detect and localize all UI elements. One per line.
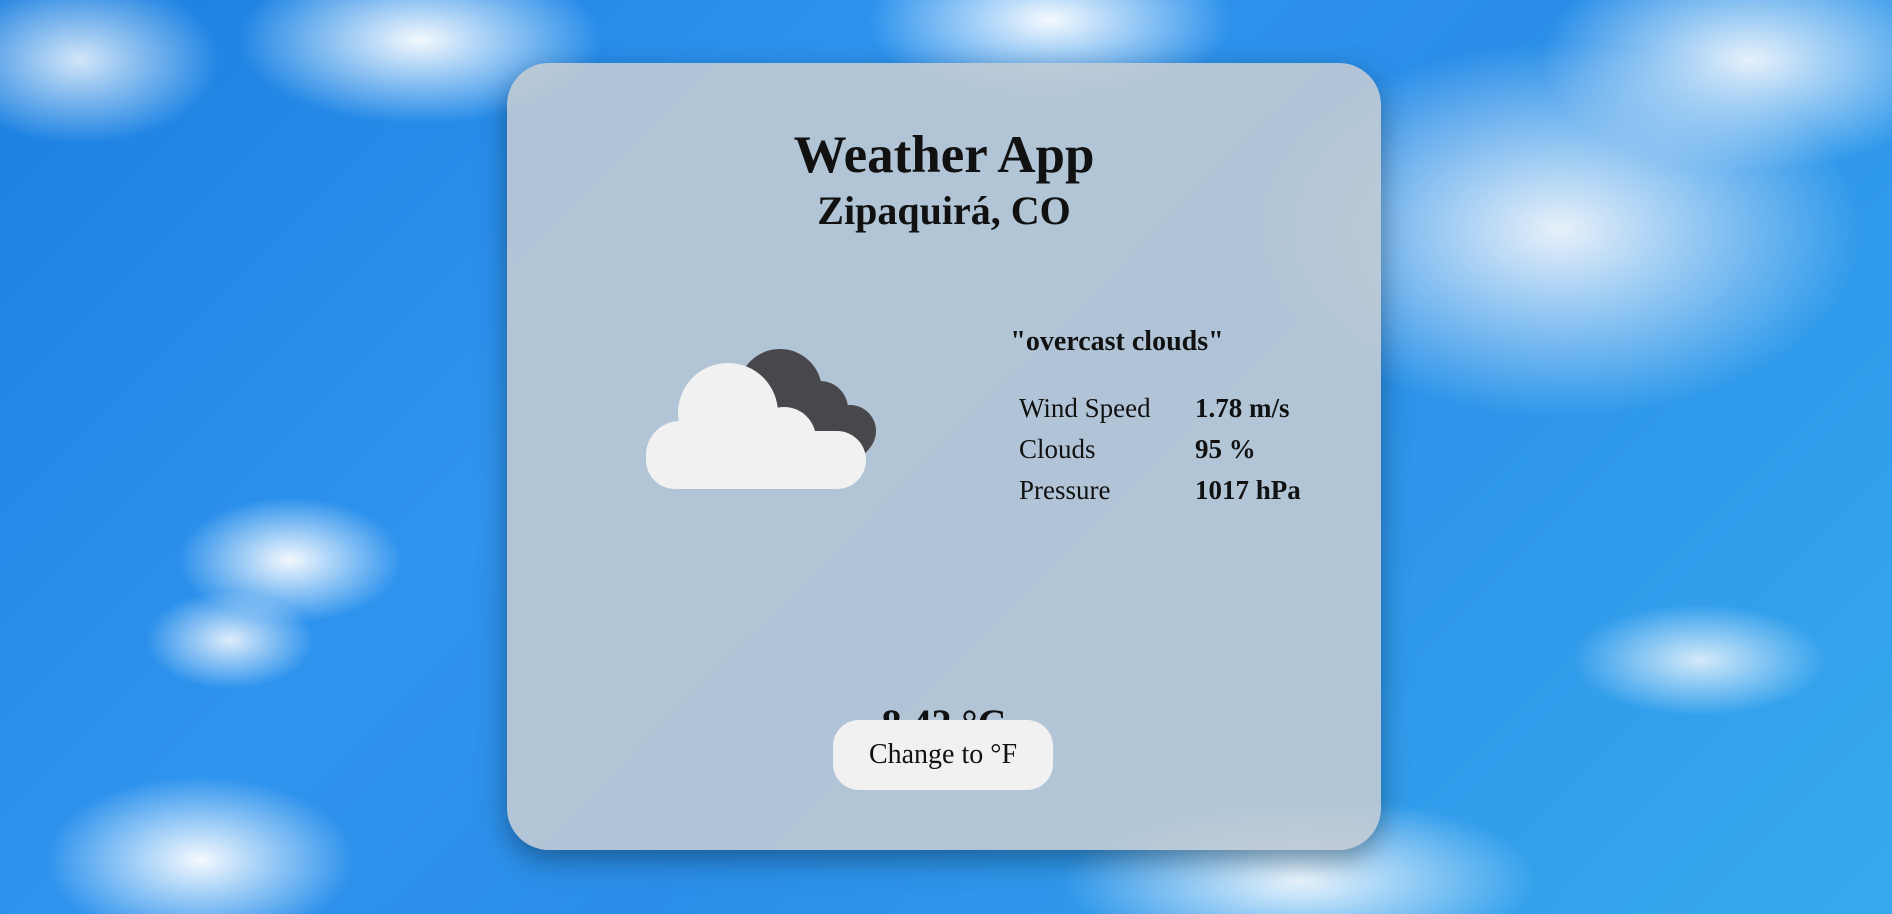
detail-row-clouds: Clouds 95 %	[1019, 429, 1301, 470]
overcast-clouds-icon	[646, 349, 876, 489]
detail-value: 1017 hPa	[1195, 475, 1301, 505]
detail-value: 95 %	[1195, 434, 1256, 464]
app-title: Weather App	[793, 126, 1095, 184]
weather-card: Weather App Zipaquirá, CO "overcast clou…	[507, 63, 1381, 850]
detail-value: 1.78 m/s	[1195, 393, 1290, 423]
change-unit-button[interactable]: Change to °F	[833, 720, 1053, 790]
weather-details-table: Wind Speed 1.78 m/s Clouds 95 % Pressure…	[1019, 388, 1301, 511]
detail-label: Clouds	[1019, 434, 1096, 464]
detail-row-wind-speed: Wind Speed 1.78 m/s	[1019, 388, 1301, 429]
detail-label: Pressure	[1019, 475, 1111, 505]
detail-row-pressure: Pressure 1017 hPa	[1019, 470, 1301, 511]
detail-label: Wind Speed	[1019, 393, 1151, 423]
weather-description: "overcast clouds"	[1010, 326, 1224, 357]
location-name: Zipaquirá, CO	[817, 188, 1071, 233]
